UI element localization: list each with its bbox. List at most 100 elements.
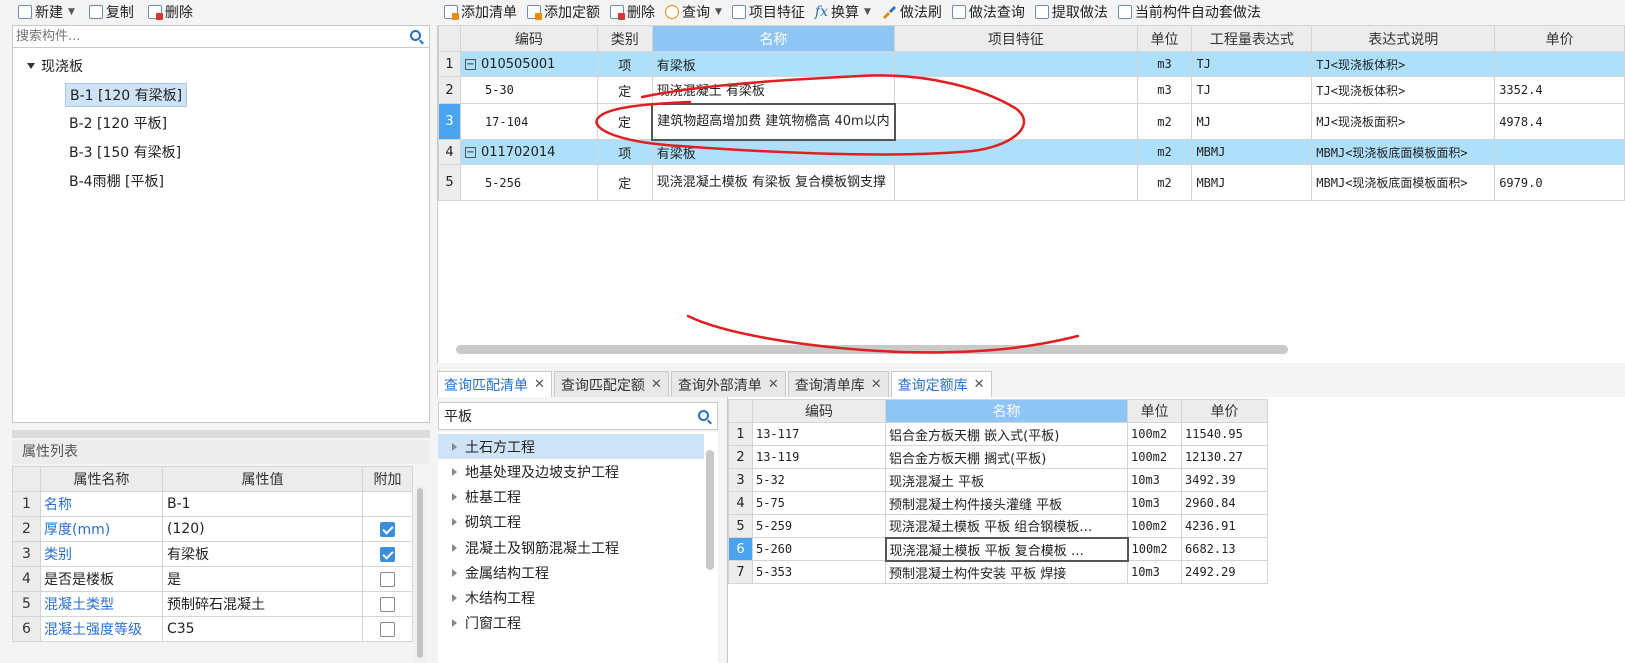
close-icon[interactable]: ✕ [768,377,779,392]
search-icon[interactable] [698,410,709,421]
expand-triangle-icon[interactable] [452,543,457,552]
auto-apply-button[interactable]: 当前构件自动套做法 [1117,2,1261,22]
header-code[interactable]: 编码 [459,25,598,52]
tab-list-library[interactable]: 查询清单库 ✕ [787,371,889,397]
list-row[interactable]: 4 −011702014 项 有梁板 m2 MBMJ MBMJ<现浇板底面模板面… [438,139,1625,165]
quota-row[interactable]: 2 5-30 定 现浇混凝土 有梁板 m3 TJ TJ<现浇板体积> 3352.… [438,76,1625,104]
table-row[interactable]: 1 13-117 铝合金方板天棚 嵌入式(平板) 100m2 11540.95 [728,422,1268,446]
tab-match-quota[interactable]: 查询匹配定额 ✕ [553,371,669,397]
chapter-item[interactable]: 混凝土及钢筋混凝土工程 [438,535,704,560]
unit-cell[interactable]: 100m2 [1127,537,1182,561]
code-cell[interactable]: −010505001 [459,51,598,77]
additional-checkbox[interactable] [380,521,395,537]
unit-cell[interactable]: m2 [1136,103,1193,140]
add-list-button[interactable]: 添加清单 [444,2,517,22]
header-name[interactable]: 名称 [651,25,896,52]
property-value[interactable]: (120) [162,516,363,542]
table-row[interactable]: 2 13-119 铝合金方板天棚 搁式(平板) 100m2 12130.27 [728,445,1268,469]
extract-method-button[interactable]: 提取做法 [1034,2,1108,22]
chapter-item[interactable]: 桩基工程 [438,484,704,509]
feature-cell[interactable] [894,103,1138,140]
method-query-button[interactable]: 做法查询 [951,2,1025,22]
header-price[interactable]: 单价 [1494,25,1625,52]
tab-match-list[interactable]: 查询匹配清单 ✕ [437,371,552,397]
chapter-item[interactable]: 金属结构工程 [438,560,704,585]
header-expression[interactable]: 工程量表达式 [1191,25,1313,52]
component-search-input[interactable] [13,26,393,46]
unit-cell[interactable]: m2 [1136,164,1193,201]
collapse-icon[interactable]: − [464,58,476,70]
code-cell[interactable]: 5-256 [459,164,598,201]
header-unit[interactable]: 单位 [1127,399,1182,423]
close-icon[interactable]: ✕ [651,377,662,392]
header-property-name[interactable]: 属性名称 [40,466,163,492]
header-type[interactable]: 类别 [596,25,653,52]
price-cell[interactable]: 12130.27 [1181,445,1268,469]
feature-button[interactable]: 项目特征 [731,2,805,22]
convert-button[interactable]: fx 换算 ▼ [815,2,871,22]
type-cell[interactable]: 项 [596,51,653,77]
delete-button[interactable]: 删除 [610,2,655,22]
name-cell[interactable]: 现浇混凝土模板 有梁板 复合模板钢支撑 [651,164,896,201]
unit-cell[interactable]: 100m2 [1127,514,1182,538]
tab-external-list[interactable]: 查询外部清单 ✕ [670,371,786,397]
chapter-item[interactable]: 门窗工程 [438,610,704,635]
quota-row[interactable]: 5 5-256 定 现浇混凝土模板 有梁板 复合模板钢支撑 m2 MBMJ MB… [438,164,1625,201]
additional-checkbox[interactable] [380,621,395,637]
expression-cell[interactable]: MBMJ [1191,139,1313,165]
code-cell[interactable]: 5-353 [752,560,886,584]
chapter-item[interactable]: 土石方工程 [438,434,704,459]
additional-checkbox[interactable] [380,546,395,562]
code-cell[interactable]: 13-117 [752,422,886,446]
property-scrollbar[interactable] [414,486,426,663]
query-button[interactable]: 查询 ▼ [665,2,722,22]
feature-cell[interactable] [894,76,1138,104]
property-row[interactable]: 4 是否是楼板 是 [12,566,413,592]
code-cell[interactable]: 5-30 [459,76,598,104]
quota-search-input[interactable] [439,403,679,429]
code-cell[interactable]: 5-260 [752,537,886,561]
expand-triangle-icon[interactable] [452,618,457,627]
tab-quota-library[interactable]: 查询定额库 ✕ [890,371,992,397]
code-cell[interactable]: 17-104 [459,103,598,140]
name-cell[interactable]: 预制混凝土构件接头灌缝 平板 [885,491,1128,515]
horizontal-scrollbar[interactable] [456,345,1288,354]
unit-cell[interactable]: m3 [1136,76,1193,104]
search-icon[interactable] [410,30,421,41]
close-icon[interactable]: ✕ [974,377,985,392]
price-cell[interactable]: 6682.13 [1181,537,1268,561]
chapter-item[interactable]: 地基处理及边坡支护工程 [438,459,704,484]
new-button[interactable]: 新建 ▼ [18,2,75,22]
property-row[interactable]: 3 类别 有梁板 [12,541,413,567]
property-value[interactable]: 是 [162,566,363,592]
expand-triangle-icon[interactable] [452,492,457,501]
header-name[interactable]: 名称 [885,399,1128,423]
header-feature[interactable]: 项目特征 [894,25,1138,52]
unit-cell[interactable]: 100m2 [1127,422,1182,446]
name-cell[interactable]: 铝合金方板天棚 搁式(平板) [885,445,1128,469]
code-cell[interactable]: 5-32 [752,468,886,492]
chapter-scrollbar[interactable] [706,450,714,570]
chapter-item[interactable]: 木结构工程 [438,585,704,610]
header-property-value[interactable]: 属性值 [162,466,363,492]
expand-triangle-icon[interactable] [452,517,457,526]
method-brush-button[interactable]: 做法刷 [881,2,942,22]
table-row[interactable]: 5 5-259 现浇混凝土模板 平板 组合钢模板… 100m2 4236.91 [728,514,1268,538]
property-value[interactable]: 预制碎石混凝土 [162,591,363,617]
header-price[interactable]: 单价 [1181,399,1268,423]
tree-item-b4[interactable]: B-4雨棚 [平板] [65,170,168,194]
additional-checkbox[interactable] [380,596,395,612]
quota-row[interactable]: 3 17-104 定 建筑物超高增加费 建筑物檐高 40m以内 m2 MJ MJ… [438,102,1625,141]
property-value[interactable]: C35 [162,616,363,642]
tree-root-node[interactable]: 现浇板 [27,56,83,76]
name-cell[interactable]: 现浇混凝土 平板 [885,468,1128,492]
property-row[interactable]: 6 混凝土强度等级 C35 [12,616,413,642]
list-row[interactable]: 1 −010505001 项 有梁板 m3 TJ TJ<现浇板体积> [438,51,1625,77]
expand-triangle-icon[interactable] [452,568,457,577]
type-cell[interactable]: 定 [596,76,653,104]
expression-cell[interactable]: TJ [1191,51,1313,77]
expand-triangle-icon[interactable] [452,593,457,602]
close-icon[interactable]: ✕ [871,377,882,392]
tree-item-b2[interactable]: B-2 [120 平板] [65,112,171,136]
name-cell[interactable]: 建筑物超高增加费 建筑物檐高 40m以内 [651,102,896,141]
